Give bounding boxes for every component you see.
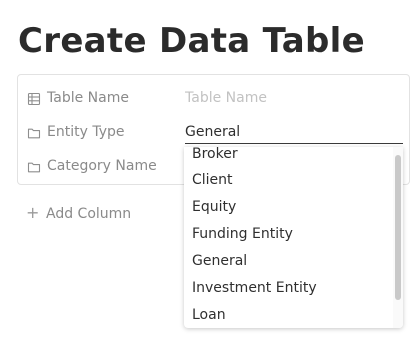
dropdown-option-general[interactable]: General <box>192 250 247 272</box>
folder-icon <box>27 125 41 139</box>
table-icon <box>27 91 41 106</box>
table-name-input[interactable] <box>185 87 403 109</box>
dropdown-option-investment-entity[interactable]: Investment Entity <box>192 277 317 299</box>
dropdown-scrollbar-thumb[interactable] <box>395 155 401 300</box>
page-title: Create Data Table <box>18 21 365 61</box>
entity-type-dropdown[interactable]: Broker Client Equity Funding Entity Gene… <box>184 147 403 328</box>
dropdown-option-equity[interactable]: Equity <box>192 196 236 218</box>
plus-icon: + <box>26 203 40 222</box>
category-name-label: Category Name <box>47 158 157 174</box>
folder-icon <box>27 159 41 173</box>
entity-type-label: Entity Type <box>47 124 125 140</box>
create-data-table-page: Create Data Table Table Name Entity Type <box>0 0 418 337</box>
dropdown-option-client[interactable]: Client <box>192 169 233 191</box>
add-column-label: Add Column <box>46 206 132 222</box>
table-name-row: Table Name <box>18 83 409 113</box>
dropdown-option-funding-entity[interactable]: Funding Entity <box>192 223 293 245</box>
entity-type-value: General <box>185 124 241 140</box>
dropdown-option-broker[interactable]: Broker <box>192 147 238 165</box>
table-name-label: Table Name <box>47 90 129 106</box>
entity-type-row: Entity Type General <box>18 117 409 147</box>
entity-type-select[interactable]: General <box>185 121 403 144</box>
dropdown-scrollbar[interactable] <box>393 147 403 328</box>
dropdown-option-loan[interactable]: Loan <box>192 304 226 326</box>
